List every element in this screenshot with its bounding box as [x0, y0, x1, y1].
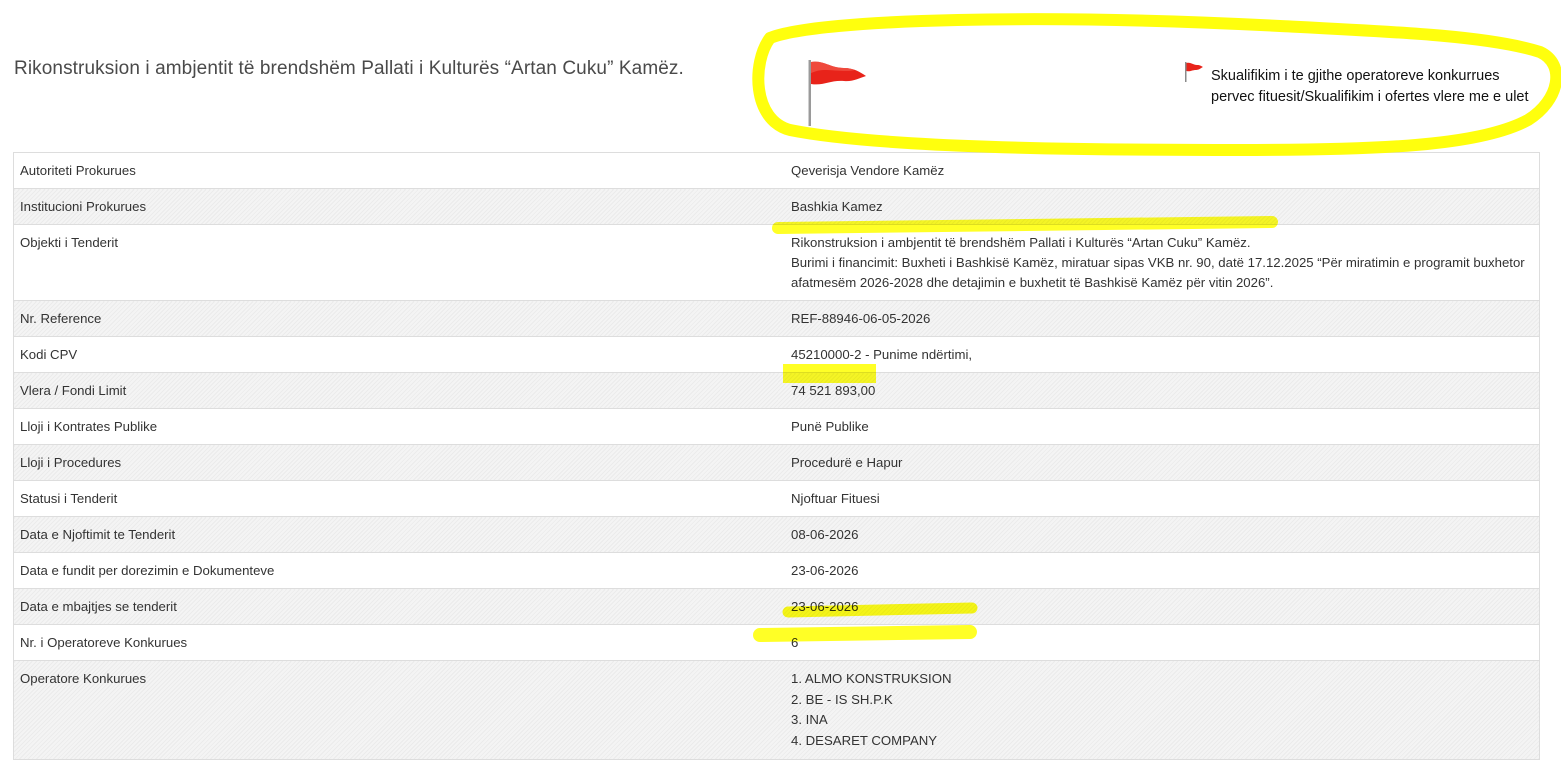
list-item: 2. BE - IS SH.P.K	[791, 691, 893, 707]
row-label: Lloji i Kontrates Publike	[13, 408, 778, 445]
list-item: 4. DESARET COMPANY	[791, 733, 938, 749]
table-row: Lloji i Procedures Procedurë e Hapur	[13, 444, 1540, 481]
table-row: Data e fundit per dorezimin e Dokumentev…	[13, 552, 1540, 589]
row-label: Lloji i Procedures	[13, 444, 778, 481]
table-row: Nr. i Operatoreve Konkurues 6	[13, 624, 1540, 661]
limit-fund-value: 74 521 893,00	[791, 383, 876, 398]
table-row: Vlera / Fondi Limit 74 521 893,00	[13, 372, 1540, 409]
table-row: Objekti i Tenderit Rikonstruksion i ambj…	[13, 224, 1540, 301]
row-label: Operatore Konkurues	[13, 660, 778, 760]
row-value: Procedurë e Hapur	[778, 444, 1540, 481]
red-flag-icon	[1185, 62, 1203, 82]
row-value: 45210000-2 - Punime ndërtimi,	[778, 336, 1540, 373]
tender-object-title: Rikonstruksion i ambjentit të brendshëm …	[791, 235, 1251, 250]
row-label: Vlera / Fondi Limit	[13, 372, 778, 409]
row-value: Punë Publike	[778, 408, 1540, 445]
row-label: Nr. Reference	[13, 300, 778, 337]
row-label: Data e mbajtjes se tenderit	[13, 588, 778, 625]
list-item: 1. ALMO KONSTRUKSION	[791, 671, 952, 686]
row-label: Objekti i Tenderit	[13, 224, 778, 301]
row-value: Qeverisja Vendore Kamëz	[778, 152, 1540, 189]
list-item: 3. INA	[791, 712, 828, 728]
table-row: Autoriteti Prokurues Qeverisja Vendore K…	[13, 152, 1540, 189]
row-value: 23-06-2026	[778, 552, 1540, 589]
flag-note: Skualifikim i te gjithe operatoreve konk…	[1211, 68, 1529, 105]
table-row: Institucioni Prokurues Bashkia Kamez	[13, 188, 1540, 225]
row-value: 74 521 893,00	[778, 372, 1540, 409]
row-label: Autoriteti Prokurues	[13, 152, 778, 189]
red-flag-icon	[808, 60, 866, 126]
table-row: Operatore Konkurues 1. ALMO KONSTRUKSION…	[13, 660, 1540, 760]
table-row: Data e mbajtjes se tenderit 23-06-2026	[13, 588, 1540, 625]
table-row: Statusi i Tenderit Njoftuar Fituesi	[13, 480, 1540, 517]
row-value: 08-06-2026	[778, 516, 1540, 553]
financing-source: Burimi i financimit: Buxheti i Bashkisë …	[791, 255, 1525, 290]
row-value: 6	[778, 624, 1540, 661]
table-row: Data e Njoftimit te Tenderit 08-06-2026	[13, 516, 1540, 553]
row-value: REF-88946-06-05-2026	[778, 300, 1540, 337]
page-title: Rikonstruksion i ambjentit të brendshëm …	[14, 58, 684, 79]
row-value: Bashkia Kamez	[778, 188, 1540, 225]
row-label: Nr. i Operatoreve Konkurues	[13, 624, 778, 661]
row-label: Data e fundit per dorezimin e Dokumentev…	[13, 552, 778, 589]
table-row: Kodi CPV 45210000-2 - Punime ndërtimi,	[13, 336, 1540, 373]
operators-list: 1. ALMO KONSTRUKSION 2. BE - IS SH.P.K 3…	[791, 669, 1533, 752]
table-row: Lloji i Kontrates Publike Punë Publike	[13, 408, 1540, 445]
row-label: Statusi i Tenderit	[13, 480, 778, 517]
row-value: 1. ALMO KONSTRUKSION 2. BE - IS SH.P.K 3…	[778, 660, 1540, 760]
table-row: Nr. Reference REF-88946-06-05-2026	[13, 300, 1540, 337]
row-label: Institucioni Prokurues	[13, 188, 778, 225]
row-label: Data e Njoftimit te Tenderit	[13, 516, 778, 553]
row-label: Kodi CPV	[13, 336, 778, 373]
row-value: 23-06-2026	[778, 588, 1540, 625]
tender-details-table: Autoriteti Prokurues Qeverisja Vendore K…	[13, 152, 1540, 760]
row-value: Rikonstruksion i ambjentit të brendshëm …	[778, 224, 1540, 301]
row-value: Njoftuar Fituesi	[778, 480, 1540, 517]
